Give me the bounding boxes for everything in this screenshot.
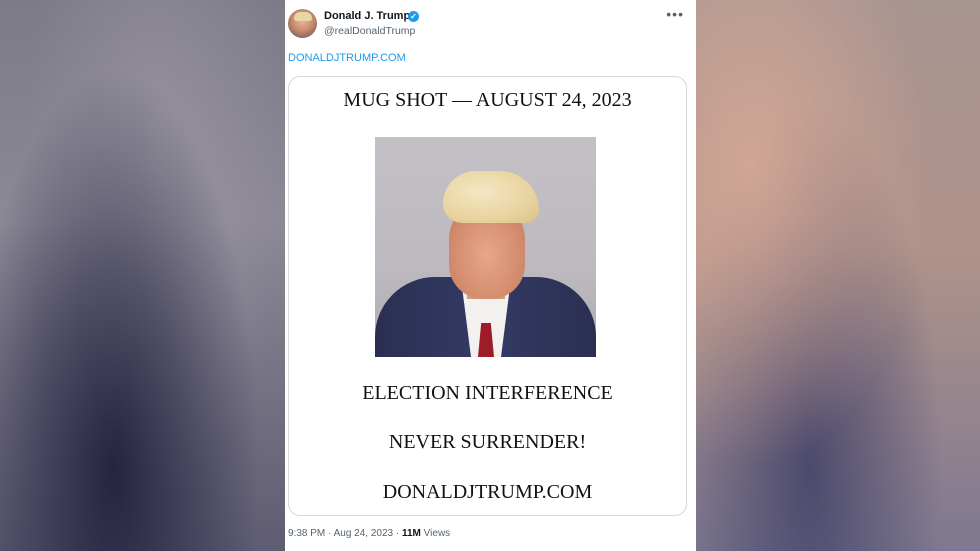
views-label: Views <box>423 528 451 539</box>
tweet-card: Donald J. Trump ✓ @realDonaldTrump ••• D… <box>285 0 696 551</box>
user-handle[interactable]: @realDonaldTrump <box>324 25 415 37</box>
tweet-media-image[interactable]: MUG SHOT — AUGUST 24, 2023 ELECTION INTE… <box>288 76 687 516</box>
tweet-metadata: 9:38 PM · Aug 24, 2023 · 11M Views <box>288 528 450 539</box>
more-options-icon[interactable]: ••• <box>666 6 684 22</box>
photo-hair <box>443 171 539 223</box>
media-line-election: ELECTION INTERFERENCE <box>362 382 613 404</box>
blurred-background-right <box>696 0 980 551</box>
blurred-background-left <box>0 0 285 551</box>
verified-badge-icon: ✓ <box>408 11 419 22</box>
display-name[interactable]: Donald J. Trump <box>324 10 410 22</box>
mugshot-photo <box>375 137 596 357</box>
views-count: 11M <box>401 528 421 539</box>
media-line-website: DONALDJTRUMP.COM <box>382 481 593 503</box>
tweet-date[interactable]: Aug 24, 2023 <box>334 528 394 539</box>
tweet-time[interactable]: 9:38 PM <box>288 528 325 539</box>
avatar[interactable] <box>288 9 317 38</box>
media-line-surrender: NEVER SURRENDER! <box>388 431 587 453</box>
tweet-link[interactable]: DONALDJTRUMP.COM <box>288 52 406 64</box>
avatar-hair <box>294 12 312 21</box>
media-title: MUG SHOT — AUGUST 24, 2023 <box>343 89 632 111</box>
